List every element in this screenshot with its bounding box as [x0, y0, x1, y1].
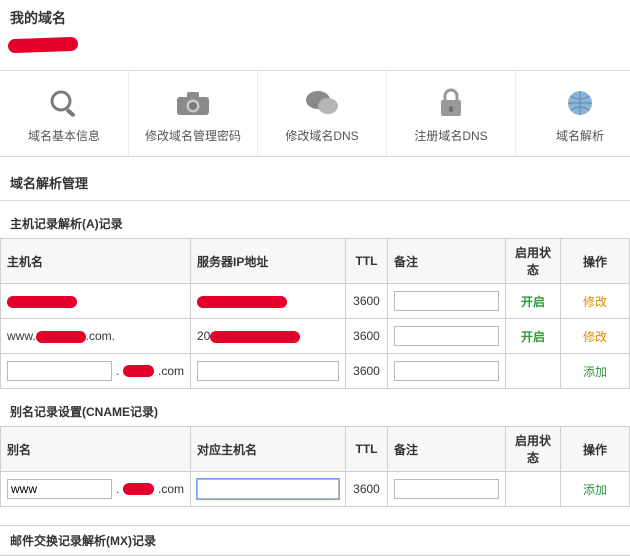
cell-note — [388, 354, 506, 389]
th-alias: 别名 — [1, 427, 191, 472]
note-input[interactable] — [394, 326, 499, 346]
cell-state: 开启 — [506, 284, 561, 319]
table-header: 主机名 服务器IP地址 TTL 备注 启用状态 操作 — [1, 239, 630, 284]
cell-ip: 20 — [191, 319, 346, 354]
a-records-title: 主机记录解析(A)记录 — [0, 201, 630, 238]
th-state: 启用状态 — [506, 239, 561, 284]
ip-input[interactable] — [197, 361, 339, 381]
th-ip: 服务器IP地址 — [191, 239, 346, 284]
cell-state: 开启 — [506, 319, 561, 354]
th-state: 启用状态 — [506, 427, 561, 472]
toolbar-change-password[interactable]: 修改域名管理密码 — [129, 71, 258, 156]
cell-note — [388, 284, 506, 319]
camera-icon — [129, 85, 257, 121]
cell-op: 添加 — [561, 472, 630, 507]
th-note: 备注 — [388, 239, 506, 284]
cell-op: 添加 — [561, 354, 630, 389]
toolbar-basic-info[interactable]: 域名基本信息 — [0, 71, 129, 156]
dns-management-title: 域名解析管理 — [0, 157, 630, 200]
cell-alias: ..com — [1, 472, 191, 507]
add-link[interactable]: 添加 — [583, 483, 607, 497]
globe-icon — [516, 85, 630, 121]
add-link[interactable]: 添加 — [583, 365, 607, 379]
cell-target — [191, 472, 346, 507]
cell-host: www..com. — [1, 319, 191, 354]
cname-records-title: 别名记录设置(CNAME记录) — [0, 389, 630, 426]
edit-link[interactable]: 修改 — [583, 295, 607, 309]
mx-records-title: 邮件交换记录解析(MX)记录 — [0, 525, 630, 556]
cell-ttl: 3600 — [346, 472, 388, 507]
cell-note — [388, 319, 506, 354]
toolbar-label: 修改域名DNS — [285, 129, 358, 143]
toolbar-register-dns[interactable]: 注册域名DNS — [387, 71, 516, 156]
cell-note — [388, 472, 506, 507]
note-input[interactable] — [394, 291, 499, 311]
magnifier-icon — [0, 85, 128, 121]
toolbar-dns-resolution[interactable]: 域名解析 — [516, 71, 630, 156]
bubble-icon — [258, 85, 386, 121]
cell-state — [506, 472, 561, 507]
cell-host: ..com — [1, 354, 191, 389]
th-op: 操作 — [561, 239, 630, 284]
toolbar-label: 修改域名管理密码 — [145, 129, 241, 143]
edit-link[interactable]: 修改 — [583, 330, 607, 344]
table-header: 别名 对应主机名 TTL 备注 启用状态 操作 — [1, 427, 630, 472]
cell-ttl: 3600 — [346, 354, 388, 389]
alias-input[interactable] — [7, 479, 112, 499]
th-ttl: TTL — [346, 427, 388, 472]
target-input[interactable] — [197, 479, 339, 499]
toolbar-label: 域名解析 — [556, 129, 604, 143]
toolbar-label: 域名基本信息 — [28, 129, 100, 143]
note-input[interactable] — [394, 479, 499, 499]
toolbar-label: 注册域名DNS — [414, 129, 487, 143]
th-host: 主机名 — [1, 239, 191, 284]
a-records-table: 主机名 服务器IP地址 TTL 备注 启用状态 操作 3600 开启 修改 ww… — [0, 238, 630, 389]
cell-host — [1, 284, 191, 319]
redacted-domain — [8, 38, 630, 56]
cell-ip — [191, 354, 346, 389]
table-row: ..com 3600 添加 — [1, 354, 630, 389]
cell-state — [506, 354, 561, 389]
th-target: 对应主机名 — [191, 427, 346, 472]
table-row: ..com 3600 添加 — [1, 472, 630, 507]
cell-op: 修改 — [561, 284, 630, 319]
domain-toolbar: 域名基本信息 修改域名管理密码 修改域名DNS — [0, 70, 630, 157]
table-row: www..com. 20 3600 开启 修改 — [1, 319, 630, 354]
th-note: 备注 — [388, 427, 506, 472]
page-title: 我的域名 — [0, 0, 630, 34]
cname-records-table: 别名 对应主机名 TTL 备注 启用状态 操作 ..com 3600 添加 — [0, 426, 630, 507]
cell-ttl: 3600 — [346, 319, 388, 354]
toolbar-change-dns[interactable]: 修改域名DNS — [258, 71, 387, 156]
th-ttl: TTL — [346, 239, 388, 284]
lock-icon — [387, 85, 515, 121]
cell-ttl: 3600 — [346, 284, 388, 319]
table-row: 3600 开启 修改 — [1, 284, 630, 319]
note-input[interactable] — [394, 361, 499, 381]
host-input[interactable] — [7, 361, 112, 381]
th-op: 操作 — [561, 427, 630, 472]
cell-ip — [191, 284, 346, 319]
cell-op: 修改 — [561, 319, 630, 354]
